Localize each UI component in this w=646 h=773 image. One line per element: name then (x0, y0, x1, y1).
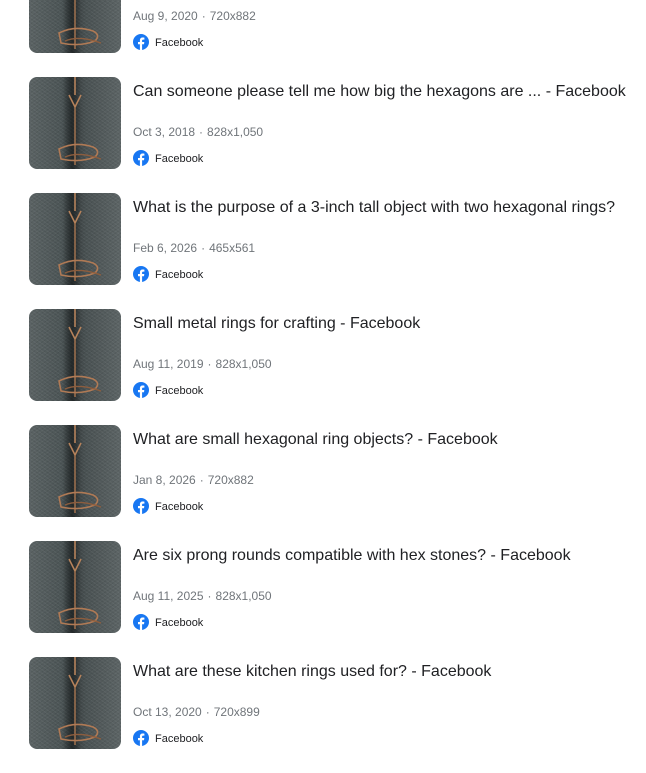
result-meta: Feb 6, 2026 · 465x561 (133, 240, 255, 256)
result-item[interactable]: Aug 9, 2020 · 720x882 Facebook (0, 0, 646, 77)
result-dimensions: 465x561 (209, 241, 256, 255)
result-thumbnail[interactable] (29, 77, 121, 169)
result-item[interactable]: Can someone please tell me how big the h… (0, 77, 646, 193)
result-date: Aug 11, 2019 (133, 357, 204, 371)
source-name: Facebook (155, 733, 204, 745)
result-title[interactable]: What are these kitchen rings used for? -… (133, 662, 491, 682)
result-date: Aug 11, 2025 (133, 589, 204, 603)
meta-separator: · (207, 589, 212, 603)
facebook-icon (133, 150, 149, 166)
result-thumbnail[interactable] (29, 657, 121, 749)
meta-separator: · (199, 125, 204, 139)
result-dimensions: 828x1,050 (207, 125, 264, 139)
result-source[interactable]: Facebook (133, 149, 203, 167)
source-name: Facebook (155, 501, 204, 513)
source-name: Facebook (155, 617, 204, 629)
meta-separator: · (207, 357, 212, 371)
facebook-icon (133, 266, 149, 282)
facebook-icon (133, 614, 149, 630)
meta-separator: · (205, 705, 210, 719)
result-thumbnail[interactable] (29, 541, 121, 633)
result-source[interactable]: Facebook (133, 265, 203, 283)
result-date: Feb 6, 2026 (133, 241, 198, 255)
result-source[interactable]: Facebook (133, 613, 203, 631)
result-thumbnail[interactable] (29, 0, 121, 53)
source-name: Facebook (155, 37, 204, 49)
facebook-icon (133, 382, 149, 398)
result-meta: Oct 13, 2020 · 720x899 (133, 704, 260, 720)
result-meta: Oct 3, 2018 · 828x1,050 (133, 124, 263, 140)
result-item[interactable]: Small metal rings for crafting - Faceboo… (0, 309, 646, 425)
meta-separator: · (201, 241, 206, 255)
meta-separator: · (199, 473, 204, 487)
result-thumbnail[interactable] (29, 309, 121, 401)
result-dimensions: 828x1,050 (215, 589, 272, 603)
result-dimensions: 720x899 (213, 705, 260, 719)
result-dimensions: 720x882 (209, 9, 256, 23)
result-meta: Aug 9, 2020 · 720x882 (133, 8, 256, 24)
result-title[interactable]: Can someone please tell me how big the h… (133, 82, 626, 102)
result-date: Jan 8, 2026 (133, 473, 196, 487)
result-title[interactable]: What is the purpose of a 3-inch tall obj… (133, 198, 615, 218)
result-source[interactable]: Facebook (133, 381, 203, 399)
result-dimensions: 828x1,050 (215, 357, 272, 371)
source-name: Facebook (155, 385, 204, 397)
facebook-icon (133, 34, 149, 50)
result-source[interactable]: Facebook (133, 729, 203, 747)
image-results-list: Aug 9, 2020 · 720x882 Facebook Can someone… (0, 0, 646, 773)
result-title[interactable]: Small metal rings for crafting - Faceboo… (133, 314, 420, 334)
result-meta: Jan 8, 2026 · 720x882 (133, 472, 254, 488)
result-title[interactable]: What are small hexagonal ring objects? -… (133, 430, 498, 450)
result-item[interactable]: What are small hexagonal ring objects? -… (0, 425, 646, 541)
result-date: Aug 9, 2020 (133, 9, 198, 23)
facebook-icon (133, 498, 149, 514)
result-item[interactable]: Are six prong rounds compatible with hex… (0, 541, 646, 657)
result-item[interactable]: What is the purpose of a 3-inch tall obj… (0, 193, 646, 309)
result-title[interactable]: Are six prong rounds compatible with hex… (133, 546, 571, 566)
result-item[interactable]: What are these kitchen rings used for? -… (0, 657, 646, 773)
result-date: Oct 13, 2020 (133, 705, 202, 719)
result-thumbnail[interactable] (29, 193, 121, 285)
meta-separator: · (201, 9, 206, 23)
result-date: Oct 3, 2018 (133, 125, 196, 139)
facebook-icon (133, 730, 149, 746)
result-thumbnail[interactable] (29, 425, 121, 517)
result-source[interactable]: Facebook (133, 497, 203, 515)
source-name: Facebook (155, 153, 204, 165)
result-meta: Aug 11, 2025 · 828x1,050 (133, 588, 272, 604)
result-source[interactable]: Facebook (133, 33, 203, 51)
source-name: Facebook (155, 269, 204, 281)
result-dimensions: 720x882 (207, 473, 254, 487)
result-meta: Aug 11, 2019 · 828x1,050 (133, 356, 272, 372)
